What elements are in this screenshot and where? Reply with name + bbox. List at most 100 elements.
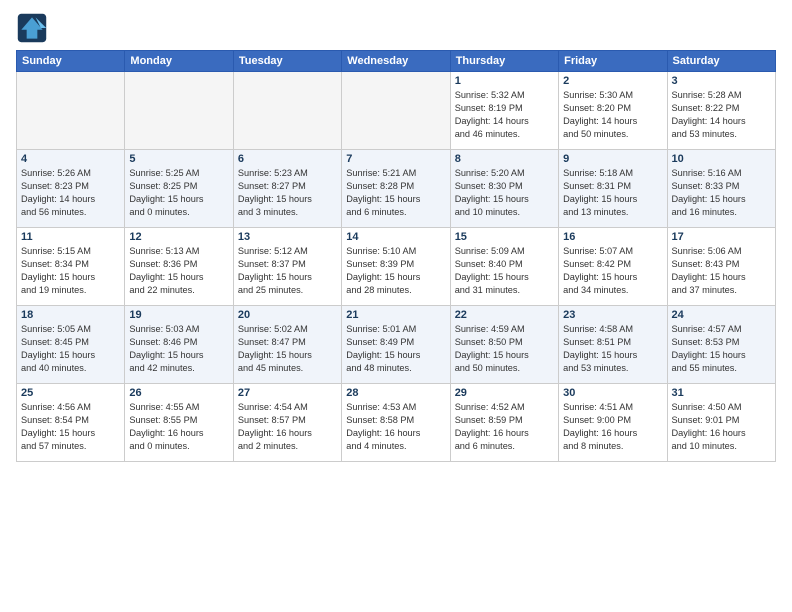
day-number: 22 [455, 309, 554, 321]
weekday-header-sunday: Sunday [17, 51, 125, 72]
day-number: 4 [21, 153, 120, 165]
day-info: Sunrise: 5:02 AM Sunset: 8:47 PM Dayligh… [238, 323, 337, 375]
calendar-cell: 31 Sunrise: 4:50 AM Sunset: 9:01 PM Dayli… [667, 384, 775, 462]
weekday-header-wednesday: Wednesday [342, 51, 450, 72]
calendar-cell: 16Sunrise: 5:07 AM Sunset: 8:42 PM Dayli… [559, 228, 667, 306]
calendar-cell: 17 Sunrise: 5:06 AM Sunset: 8:43 PM Dayli… [667, 228, 775, 306]
calendar-table: SundayMondayTuesdayWednesdayThursdayFrid… [16, 50, 776, 462]
day-number: 30 [563, 387, 662, 399]
day-info: Sunrise: 5:12 AM Sunset: 8:37 PM Dayligh… [238, 245, 337, 297]
day-info: Sunrise: 4:56 AM Sunset: 8:54 PM Dayligh… [21, 401, 120, 453]
day-number: 11 [21, 231, 120, 243]
calendar-cell: 22 Sunrise: 4:59 AM Sunset: 8:50 PM Dayli… [450, 306, 558, 384]
day-number: 14 [346, 231, 445, 243]
header [16, 12, 776, 44]
day-number: 13 [238, 231, 337, 243]
day-info: Sunrise: 5:06 AM Sunset: 8:43 PM Dayligh… [672, 245, 771, 297]
page: SundayMondayTuesdayWednesdayThursdayFrid… [0, 0, 792, 612]
calendar-cell: 20 Sunrise: 5:02 AM Sunset: 8:47 PM Dayli… [233, 306, 341, 384]
day-number: 17 [672, 231, 771, 243]
day-number: 31 [672, 387, 771, 399]
weekday-header-friday: Friday [559, 51, 667, 72]
calendar-cell: 8 Sunrise: 5:20 AM Sunset: 8:30 PM Daylig… [450, 150, 558, 228]
logo [16, 12, 52, 44]
week-row-5: 25Sunrise: 4:56 AM Sunset: 8:54 PM Dayli… [17, 384, 776, 462]
weekday-header-tuesday: Tuesday [233, 51, 341, 72]
calendar-cell [17, 72, 125, 150]
day-info: Sunrise: 5:03 AM Sunset: 8:46 PM Dayligh… [129, 323, 228, 375]
calendar-cell: 28 Sunrise: 4:53 AM Sunset: 8:58 PM Dayli… [342, 384, 450, 462]
day-info: Sunrise: 4:50 AM Sunset: 9:01 PM Dayligh… [672, 401, 771, 453]
day-info: Sunrise: 5:30 AM Sunset: 8:20 PM Dayligh… [563, 89, 662, 141]
day-number: 28 [346, 387, 445, 399]
day-number: 23 [563, 309, 662, 321]
day-info: Sunrise: 5:07 AM Sunset: 8:42 PM Dayligh… [563, 245, 662, 297]
day-info: Sunrise: 5:26 AM Sunset: 8:23 PM Dayligh… [21, 167, 120, 219]
day-number: 29 [455, 387, 554, 399]
day-info: Sunrise: 5:15 AM Sunset: 8:34 PM Dayligh… [21, 245, 120, 297]
day-info: Sunrise: 4:53 AM Sunset: 8:58 PM Dayligh… [346, 401, 445, 453]
calendar-cell [125, 72, 233, 150]
day-info: Sunrise: 4:58 AM Sunset: 8:51 PM Dayligh… [563, 323, 662, 375]
calendar-cell: 19 Sunrise: 5:03 AM Sunset: 8:46 PM Dayli… [125, 306, 233, 384]
day-info: Sunrise: 5:09 AM Sunset: 8:40 PM Dayligh… [455, 245, 554, 297]
day-number: 3 [672, 75, 771, 87]
calendar-cell: 11 Sunrise: 5:15 AM Sunset: 8:34 PM Dayli… [17, 228, 125, 306]
calendar-cell: 13 Sunrise: 5:12 AM Sunset: 8:37 PM Dayli… [233, 228, 341, 306]
day-info: Sunrise: 4:54 AM Sunset: 8:57 PM Dayligh… [238, 401, 337, 453]
calendar-cell: 10Sunrise: 5:16 AM Sunset: 8:33 PM Dayli… [667, 150, 775, 228]
calendar-cell: 23 Sunrise: 4:58 AM Sunset: 8:51 PM Dayli… [559, 306, 667, 384]
day-info: Sunrise: 5:13 AM Sunset: 8:36 PM Dayligh… [129, 245, 228, 297]
day-number: 26 [129, 387, 228, 399]
week-row-2: 4 Sunrise: 5:26 AM Sunset: 8:23 PM Daylig… [17, 150, 776, 228]
day-number: 8 [455, 153, 554, 165]
calendar-cell: 12Sunrise: 5:13 AM Sunset: 8:36 PM Dayli… [125, 228, 233, 306]
day-number: 7 [346, 153, 445, 165]
day-info: Sunrise: 4:51 AM Sunset: 9:00 PM Dayligh… [563, 401, 662, 453]
calendar-cell [342, 72, 450, 150]
day-number: 5 [129, 153, 228, 165]
day-info: Sunrise: 5:16 AM Sunset: 8:33 PM Dayligh… [672, 167, 771, 219]
calendar-cell: 25Sunrise: 4:56 AM Sunset: 8:54 PM Dayli… [17, 384, 125, 462]
day-info: Sunrise: 5:32 AM Sunset: 8:19 PM Dayligh… [455, 89, 554, 141]
day-info: Sunrise: 4:59 AM Sunset: 8:50 PM Dayligh… [455, 323, 554, 375]
day-number: 19 [129, 309, 228, 321]
day-info: Sunrise: 5:10 AM Sunset: 8:39 PM Dayligh… [346, 245, 445, 297]
calendar-cell: 15 Sunrise: 5:09 AM Sunset: 8:40 PM Dayli… [450, 228, 558, 306]
day-number: 20 [238, 309, 337, 321]
day-info: Sunrise: 5:05 AM Sunset: 8:45 PM Dayligh… [21, 323, 120, 375]
weekday-header-saturday: Saturday [667, 51, 775, 72]
calendar-cell: 6Sunrise: 5:23 AM Sunset: 8:27 PM Daylig… [233, 150, 341, 228]
calendar-cell: 21 Sunrise: 5:01 AM Sunset: 8:49 PM Dayli… [342, 306, 450, 384]
day-number: 18 [21, 309, 120, 321]
calendar-cell: 27 Sunrise: 4:54 AM Sunset: 8:57 PM Dayli… [233, 384, 341, 462]
weekday-header-thursday: Thursday [450, 51, 558, 72]
day-info: Sunrise: 4:55 AM Sunset: 8:55 PM Dayligh… [129, 401, 228, 453]
day-number: 2 [563, 75, 662, 87]
calendar-cell: 24Sunrise: 4:57 AM Sunset: 8:53 PM Dayli… [667, 306, 775, 384]
calendar-cell: 30 Sunrise: 4:51 AM Sunset: 9:00 PM Dayli… [559, 384, 667, 462]
day-number: 15 [455, 231, 554, 243]
day-number: 21 [346, 309, 445, 321]
calendar-cell: 4 Sunrise: 5:26 AM Sunset: 8:23 PM Daylig… [17, 150, 125, 228]
weekday-header-monday: Monday [125, 51, 233, 72]
calendar-cell: 7Sunrise: 5:21 AM Sunset: 8:28 PM Daylig… [342, 150, 450, 228]
day-info: Sunrise: 4:52 AM Sunset: 8:59 PM Dayligh… [455, 401, 554, 453]
day-info: Sunrise: 5:20 AM Sunset: 8:30 PM Dayligh… [455, 167, 554, 219]
calendar-cell: 14 Sunrise: 5:10 AM Sunset: 8:39 PM Dayli… [342, 228, 450, 306]
day-number: 27 [238, 387, 337, 399]
day-info: Sunrise: 4:57 AM Sunset: 8:53 PM Dayligh… [672, 323, 771, 375]
day-number: 1 [455, 75, 554, 87]
day-info: Sunrise: 5:23 AM Sunset: 8:27 PM Dayligh… [238, 167, 337, 219]
week-row-1: 1 Sunrise: 5:32 AM Sunset: 8:19 PM Daylig… [17, 72, 776, 150]
logo-icon [16, 12, 48, 44]
day-info: Sunrise: 5:18 AM Sunset: 8:31 PM Dayligh… [563, 167, 662, 219]
calendar-cell: 3Sunrise: 5:28 AM Sunset: 8:22 PM Daylig… [667, 72, 775, 150]
calendar-cell: 29 Sunrise: 4:52 AM Sunset: 8:59 PM Dayli… [450, 384, 558, 462]
day-info: Sunrise: 5:01 AM Sunset: 8:49 PM Dayligh… [346, 323, 445, 375]
calendar-cell: 26 Sunrise: 4:55 AM Sunset: 8:55 PM Dayli… [125, 384, 233, 462]
calendar-cell: 2 Sunrise: 5:30 AM Sunset: 8:20 PM Daylig… [559, 72, 667, 150]
calendar-cell: 18 Sunrise: 5:05 AM Sunset: 8:45 PM Dayli… [17, 306, 125, 384]
day-number: 9 [563, 153, 662, 165]
calendar-body: 1 Sunrise: 5:32 AM Sunset: 8:19 PM Daylig… [17, 72, 776, 462]
